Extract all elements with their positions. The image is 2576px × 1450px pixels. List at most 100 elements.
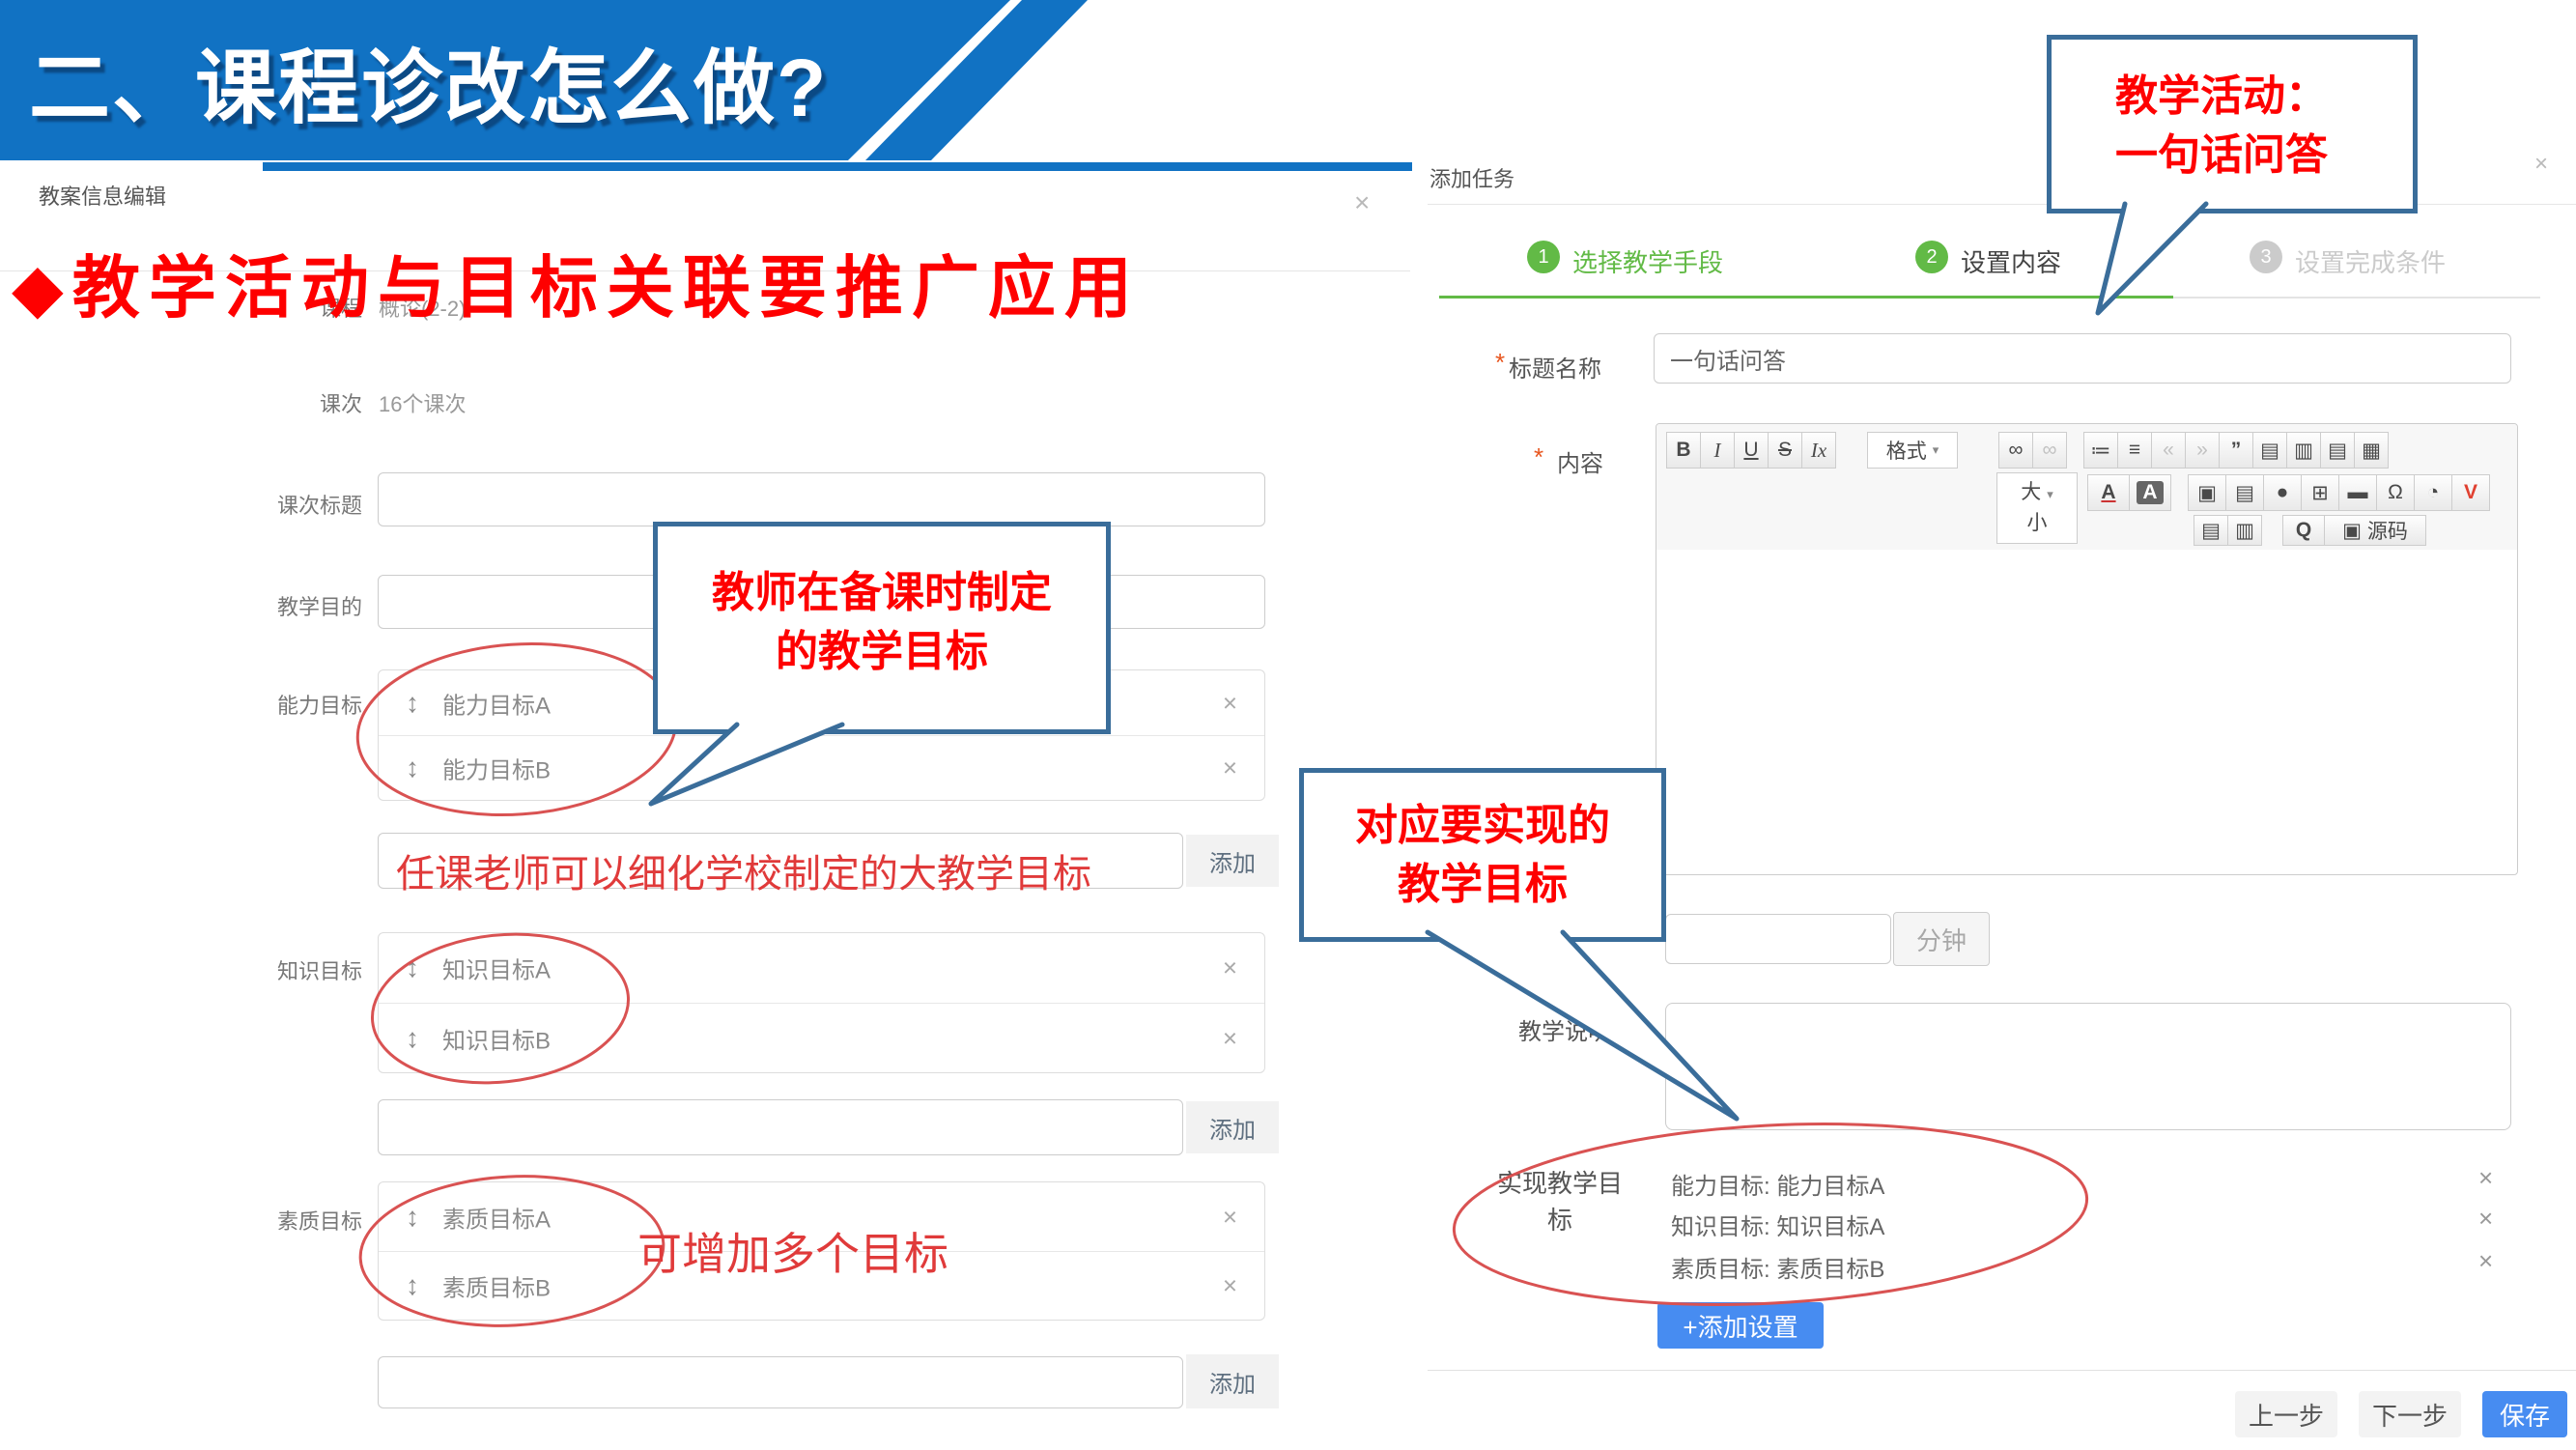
link-icon[interactable]: ∞ xyxy=(1998,432,2033,469)
special-char-icon[interactable]: Ω xyxy=(2376,474,2415,511)
right-dialog-close-icon[interactable]: × xyxy=(2534,153,2548,176)
callout-text: 的教学目标 xyxy=(658,622,1106,681)
remove-goal-icon[interactable]: × xyxy=(2478,1204,2493,1234)
quality-goal-new-input[interactable] xyxy=(378,1356,1183,1408)
horizontal-rule-icon[interactable]: ▬ xyxy=(2338,474,2377,511)
font-size-dropdown[interactable]: 大▾ 小 xyxy=(1996,472,2078,544)
goal-row[interactable]: ↕ 知识目标B × xyxy=(379,1003,1264,1072)
underline-icon[interactable]: U xyxy=(1734,432,1769,469)
remove-goal-icon[interactable]: × xyxy=(2478,1163,2493,1193)
italic-icon[interactable]: I xyxy=(1700,432,1735,469)
required-mark: * xyxy=(1534,442,1543,472)
drag-handle-icon[interactable]: ↕ xyxy=(406,1202,419,1233)
outdent-icon: « xyxy=(2151,432,2186,469)
annotation-note-refine: 任课老师可以细化学校制定的大教学目标 xyxy=(309,842,1178,898)
chevron-down-icon: ▾ xyxy=(2047,487,2053,501)
lesson-title-input[interactable] xyxy=(378,472,1265,526)
teaching-note-label: 教学说明 xyxy=(1518,1012,1611,1046)
rich-text-editor: B I U S Ix 格式▾ ∞ ∞ ≔ ≡ « » ” ▤ xyxy=(1656,423,2518,875)
required-mark: * xyxy=(1495,348,1505,378)
remove-goal-icon[interactable]: × xyxy=(1223,688,1237,718)
ordered-list-icon[interactable]: ≔ xyxy=(2083,432,2118,469)
remove-goal-icon[interactable]: × xyxy=(1223,1271,1237,1301)
search-icon[interactable]: Q xyxy=(2282,515,2325,546)
callout-teacher-goals: 教师在备课时制定 的教学目标 xyxy=(653,522,1111,734)
achieved-goal-item: 知识目标: 知识目标A xyxy=(1671,1208,1884,1241)
right-dialog-title: 添加任务 xyxy=(1430,162,1514,193)
remove-goal-icon[interactable]: × xyxy=(1223,1023,1237,1053)
insert-flash-icon[interactable]: ● xyxy=(2263,474,2302,511)
align-left-icon[interactable]: ▤ xyxy=(2252,432,2287,469)
bg-color-icon[interactable]: A xyxy=(2129,474,2171,511)
drag-handle-icon[interactable]: ↕ xyxy=(406,1270,419,1301)
remove-goal-icon[interactable]: × xyxy=(1223,1202,1237,1232)
goal-item-text: 知识目标A xyxy=(442,952,551,985)
drag-handle-icon[interactable]: ↕ xyxy=(406,753,419,783)
formula-icon[interactable]: V xyxy=(2451,474,2490,511)
text-color-icon[interactable]: A xyxy=(2087,474,2130,511)
achieved-goal-item: 素质目标: 素质目标B xyxy=(1671,1250,1884,1284)
blockquote-icon[interactable]: ” xyxy=(2219,432,2253,469)
drag-handle-icon[interactable]: ↕ xyxy=(406,952,419,983)
insert-table-icon[interactable]: ⊞ xyxy=(2301,474,2339,511)
drag-handle-icon[interactable]: ↕ xyxy=(406,688,419,719)
add-setting-button[interactable]: +添加设置 xyxy=(1657,1302,1824,1349)
editor-toolbar: B I U S Ix 格式▾ ∞ ∞ ≔ ≡ « » ” ▤ xyxy=(1656,424,2517,551)
knowledge-goal-add-button[interactable]: 添加 xyxy=(1186,1101,1279,1153)
goal-row[interactable]: ↕ 能力目标B × xyxy=(379,735,1264,800)
bullet-list-icon[interactable]: ≡ xyxy=(2117,432,2152,469)
knowledge-goal-new-input[interactable] xyxy=(378,1099,1183,1155)
source-code-button[interactable]: ▣ 源码 xyxy=(2324,515,2426,546)
ability-goal-add-button[interactable]: 添加 xyxy=(1186,835,1279,887)
task-title-label: 标题名称 xyxy=(1509,350,1601,384)
paste-word-icon[interactable]: ▥ xyxy=(2227,515,2262,546)
align-right-icon[interactable]: ▤ xyxy=(2320,432,2355,469)
paste-text-icon[interactable]: ▤ xyxy=(2194,515,2228,546)
remove-format-icon[interactable]: Ix xyxy=(1801,432,1836,469)
chevron-down-icon: ▾ xyxy=(1933,442,1939,458)
step-progress-green xyxy=(1439,296,2173,299)
goal-row[interactable]: ↕ 知识目标A × xyxy=(379,933,1264,1003)
drag-handle-icon[interactable]: ↕ xyxy=(406,1023,419,1054)
duration-input[interactable] xyxy=(1665,914,1891,964)
remove-goal-icon[interactable]: × xyxy=(1223,753,1237,783)
iframe-icon[interactable]: ◔ xyxy=(2414,474,2452,511)
format-dropdown[interactable]: 格式▾ xyxy=(1867,432,1958,469)
align-justify-icon[interactable]: ▦ xyxy=(2354,432,2389,469)
ability-goal-label: 能力目标 xyxy=(130,689,362,720)
prev-step-button[interactable]: 上一步 xyxy=(2235,1391,2337,1437)
achieved-goals-label: 实现教学目标 xyxy=(1492,1165,1628,1238)
annotation-heading: ◆教学活动与目标关联要推广应用 xyxy=(12,234,1141,331)
teaching-note-textarea[interactable] xyxy=(1665,1003,2511,1130)
callout-text: 一句话问答 xyxy=(2115,126,2413,185)
remove-goal-icon[interactable]: × xyxy=(2478,1246,2493,1276)
lesson-count-value: 16个课次 xyxy=(379,387,466,418)
lesson-title-label: 课次标题 xyxy=(130,489,362,520)
annotation-note-multi: 可增加多个目标 xyxy=(637,1219,948,1283)
slide-canvas: 二、课程诊改怎么做? 教案信息编辑 × ◆教学活动与目标关联要推广应用 课程 概… xyxy=(0,0,2576,1450)
left-dialog-title: 教案信息编辑 xyxy=(39,180,166,211)
unlink-icon: ∞ xyxy=(2032,432,2067,469)
minutes-unit-label: 分钟 xyxy=(1893,912,1990,966)
indent-icon: » xyxy=(2185,432,2220,469)
next-step-button[interactable]: 下一步 xyxy=(2359,1391,2461,1437)
slide-title: 二、课程诊改怎么做? xyxy=(29,23,828,140)
goal-item-text: 能力目标B xyxy=(442,752,551,785)
step-3-circle: 3 xyxy=(2250,241,2282,273)
bold-icon[interactable]: B xyxy=(1666,432,1701,469)
align-center-icon[interactable]: ▥ xyxy=(2286,432,2321,469)
left-dialog-close-icon[interactable]: × xyxy=(1354,189,1370,216)
quality-goal-add-button[interactable]: 添加 xyxy=(1186,1354,1279,1408)
task-title-input[interactable] xyxy=(1654,333,2511,384)
step-2-circle: 2 xyxy=(1915,241,1948,273)
teaching-purpose-label: 教学目的 xyxy=(130,590,362,621)
insert-image-icon[interactable]: ▣ xyxy=(2188,474,2226,511)
tab-step-set-content[interactable]: 设置内容 xyxy=(1961,243,2061,279)
editor-content-area[interactable] xyxy=(1656,550,2517,874)
goal-item-text: 素质目标A xyxy=(442,1200,551,1234)
tab-step-choose-method[interactable]: 选择教学手段 xyxy=(1572,243,1723,279)
insert-media-icon[interactable]: ▤ xyxy=(2225,474,2264,511)
strikethrough-icon[interactable]: S xyxy=(1768,432,1802,469)
remove-goal-icon[interactable]: × xyxy=(1223,953,1237,983)
save-button[interactable]: 保存 xyxy=(2482,1391,2567,1437)
